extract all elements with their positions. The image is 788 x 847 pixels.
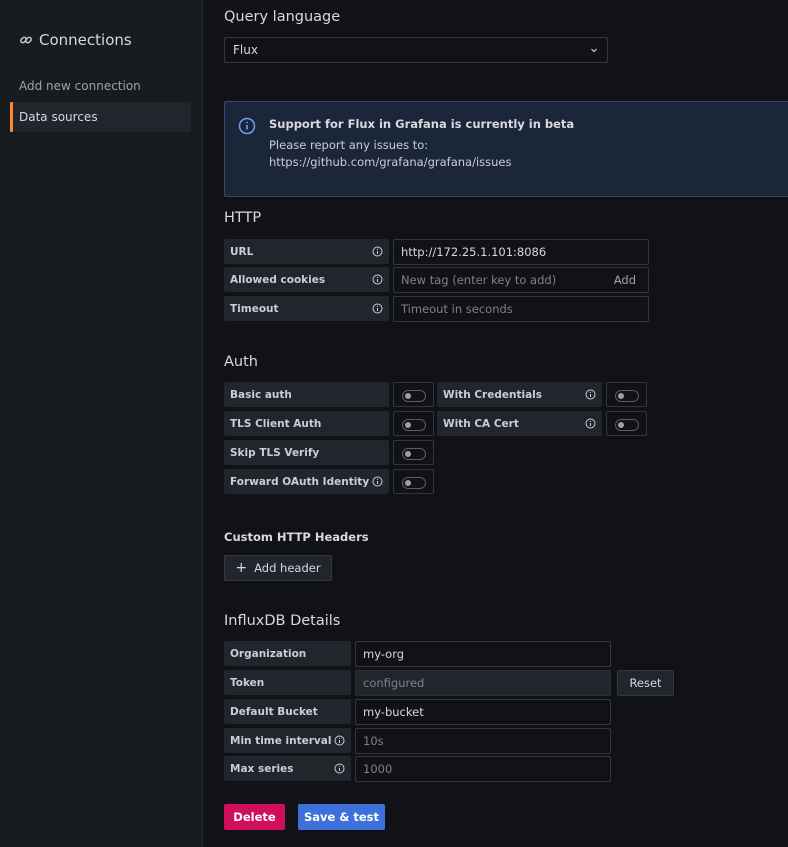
- allowed-cookies-placeholder: New tag (enter key to add): [401, 273, 557, 287]
- nav-item-add-new-connection[interactable]: Add new connection: [10, 71, 191, 101]
- with-credentials-toggle-box: [606, 382, 647, 407]
- timeout-label: Timeout: [224, 296, 389, 321]
- min-time-interval-label-text: Min time interval: [230, 734, 332, 747]
- default-bucket-input[interactable]: my-bucket: [355, 699, 611, 725]
- with-credentials-toggle[interactable]: [615, 390, 639, 402]
- url-input[interactable]: http://172.25.1.101:8086: [393, 239, 649, 265]
- http-heading: HTTP: [224, 210, 262, 226]
- tls-client-auth-toggle[interactable]: [402, 419, 426, 431]
- basic-auth-label: Basic auth: [224, 382, 389, 407]
- url-label-text: URL: [230, 245, 254, 258]
- add-cookie-button[interactable]: Add: [614, 273, 641, 287]
- plus-icon: +: [235, 560, 248, 576]
- organization-label: Organization: [224, 641, 351, 666]
- token-value: configured: [363, 676, 425, 690]
- sidebar-title: Connections: [19, 31, 132, 49]
- forward-oauth-label-text: Forward OAuth Identity: [230, 475, 370, 488]
- main-content: Query language Flux Support for Flux in …: [204, 0, 788, 847]
- basic-auth-toggle-box: [393, 382, 434, 407]
- sidebar-title-label: Connections: [39, 31, 132, 49]
- allowed-cookies-label-text: Allowed cookies: [230, 273, 326, 286]
- token-reset-button[interactable]: Reset: [617, 670, 674, 696]
- allowed-cookies-input[interactable]: New tag (enter key to add) Add: [393, 267, 649, 293]
- alert-text: Please report any issues to:: [269, 138, 429, 152]
- with-ca-cert-label: With CA Cert: [437, 411, 602, 436]
- basic-auth-toggle[interactable]: [402, 390, 426, 402]
- skip-tls-verify-label: Skip TLS Verify: [224, 440, 389, 465]
- link-icon: [20, 36, 32, 44]
- default-bucket-label: Default Bucket: [224, 699, 351, 724]
- alert-title: Support for Flux in Grafana is currently…: [269, 117, 575, 131]
- max-series-input[interactable]: 1000: [355, 756, 611, 782]
- default-bucket-value: my-bucket: [363, 705, 424, 719]
- forward-oauth-label: Forward OAuth Identity: [224, 469, 389, 494]
- skip-tls-verify-toggle[interactable]: [402, 448, 426, 460]
- timeout-placeholder: Timeout in seconds: [401, 302, 513, 316]
- delete-button[interactable]: Delete: [224, 804, 285, 830]
- timeout-label-text: Timeout: [230, 302, 279, 315]
- min-time-interval-placeholder: 10s: [363, 734, 384, 748]
- token-label: Token: [224, 670, 351, 695]
- add-header-label: Add header: [254, 561, 321, 575]
- with-ca-cert-toggle-box: [606, 411, 647, 436]
- beta-info-alert: Support for Flux in Grafana is currently…: [224, 101, 788, 197]
- forward-oauth-toggle-box: [393, 469, 434, 494]
- with-credentials-label: With Credentials: [437, 382, 602, 407]
- max-series-label: Max series: [224, 756, 351, 781]
- skip-tls-verify-toggle-box: [393, 440, 434, 465]
- info-icon[interactable]: [372, 476, 383, 487]
- with-ca-cert-toggle[interactable]: [615, 419, 639, 431]
- organization-value: my-org: [363, 647, 405, 661]
- forward-oauth-toggle[interactable]: [402, 477, 426, 489]
- info-icon[interactable]: [334, 735, 345, 746]
- info-circle-icon: [238, 117, 256, 135]
- query-language-select[interactable]: Flux: [224, 37, 608, 63]
- auth-heading: Auth: [224, 354, 258, 370]
- query-language-heading: Query language: [224, 9, 341, 25]
- max-series-placeholder: 1000: [363, 762, 393, 776]
- save-and-test-button[interactable]: Save & test: [298, 804, 385, 830]
- organization-input[interactable]: my-org: [355, 641, 611, 667]
- info-icon[interactable]: [372, 274, 383, 285]
- info-icon[interactable]: [372, 246, 383, 257]
- info-icon[interactable]: [334, 763, 345, 774]
- influxdb-details-heading: InfluxDB Details: [224, 613, 341, 629]
- tls-client-auth-label: TLS Client Auth: [224, 411, 389, 436]
- tls-client-auth-toggle-box: [393, 411, 434, 436]
- add-header-button[interactable]: + Add header: [224, 555, 332, 581]
- chevron-down-icon: [591, 48, 597, 53]
- nav-item-data-sources[interactable]: Data sources: [10, 102, 191, 132]
- info-icon[interactable]: [585, 389, 596, 400]
- url-label: URL: [224, 239, 389, 264]
- max-series-label-text: Max series: [230, 762, 294, 775]
- token-input: configured: [355, 670, 611, 696]
- min-time-interval-input[interactable]: 10s: [355, 728, 611, 754]
- custom-headers-heading: Custom HTTP Headers: [224, 530, 369, 544]
- with-credentials-label-text: With Credentials: [443, 388, 543, 401]
- timeout-input[interactable]: Timeout in seconds: [393, 296, 649, 322]
- info-icon[interactable]: [585, 418, 596, 429]
- allowed-cookies-label: Allowed cookies: [224, 267, 389, 292]
- url-value: http://172.25.1.101:8086: [401, 245, 547, 259]
- alert-link[interactable]: https://github.com/grafana/grafana/issue…: [269, 155, 512, 169]
- min-time-interval-label: Min time interval: [224, 728, 351, 753]
- sidebar: Connections Add new connection Data sour…: [0, 0, 203, 847]
- query-language-value: Flux: [233, 43, 258, 57]
- info-icon[interactable]: [372, 303, 383, 314]
- with-ca-cert-label-text: With CA Cert: [443, 417, 519, 430]
